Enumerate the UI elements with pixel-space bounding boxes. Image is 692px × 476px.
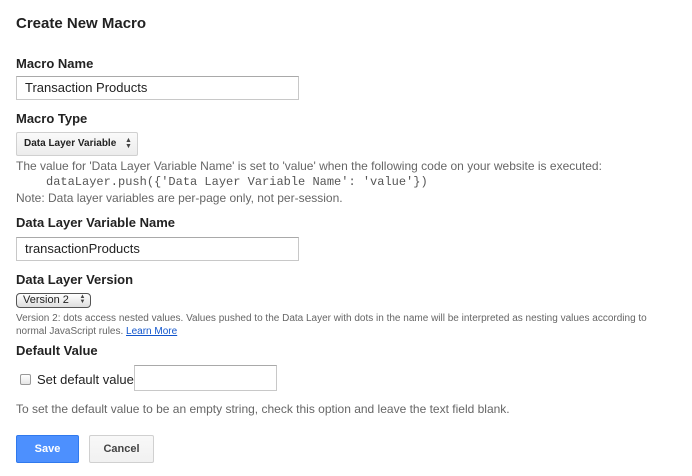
- select-arrows-icon: ▲ ▼: [79, 294, 86, 305]
- dl-version-label: Data Layer Version: [16, 272, 134, 287]
- page-title: Create New Macro: [16, 15, 147, 32]
- macro-type-selected-value: Data Layer Variable: [24, 138, 117, 149]
- macro-type-select[interactable]: Data Layer Variable ▲ ▼: [16, 132, 138, 156]
- set-default-label[interactable]: Set default value:: [37, 372, 137, 387]
- macro-type-label: Macro Type: [16, 111, 88, 126]
- dl-version-help: Version 2: dots access nested values. Va…: [16, 312, 688, 338]
- save-button[interactable]: Save: [16, 435, 79, 463]
- default-value-label: Default Value: [16, 343, 98, 358]
- macro-name-input[interactable]: Transaction Products: [16, 76, 299, 100]
- default-value-help: To set the default value to be an empty …: [16, 402, 510, 416]
- macro-type-help: The value for 'Data Layer Variable Name'…: [16, 159, 602, 173]
- select-arrows-icon: ▲ ▼: [125, 137, 132, 150]
- set-default-checkbox[interactable]: [20, 374, 31, 385]
- dl-version-help-line1: Version 2: dots access nested values. Va…: [16, 313, 647, 324]
- dlv-name-label: Data Layer Variable Name: [16, 215, 175, 230]
- datalayer-code-sample: dataLayer.push({'Data Layer Variable Nam…: [46, 175, 428, 189]
- cancel-button[interactable]: Cancel: [89, 435, 154, 463]
- learn-more-link[interactable]: Learn More: [126, 326, 177, 337]
- macro-name-label: Macro Name: [16, 56, 94, 71]
- dl-version-select[interactable]: Version 2 ▲ ▼: [16, 293, 91, 308]
- default-value-input[interactable]: [134, 365, 277, 391]
- dl-version-help-line2: normal JavaScript rules.: [16, 326, 124, 337]
- dlv-name-input[interactable]: transactionProducts: [16, 237, 299, 261]
- dl-version-selected-value: Version 2: [23, 294, 69, 306]
- datalayer-note: Note: Data layer variables are per-page …: [16, 191, 343, 205]
